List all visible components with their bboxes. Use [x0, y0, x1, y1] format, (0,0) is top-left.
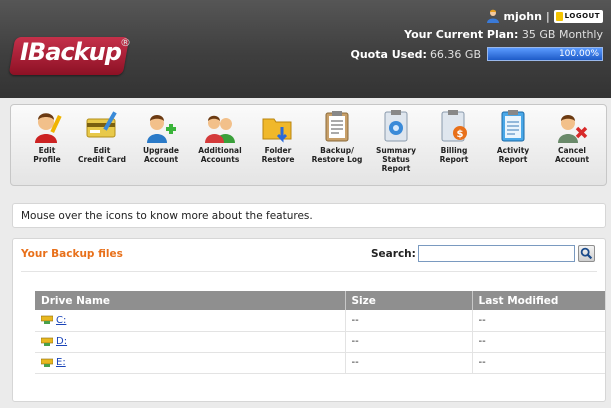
drive-entry: E:	[41, 357, 339, 368]
column-header-size[interactable]: Size	[345, 291, 473, 310]
quota-progress-bar: 100.00%	[487, 47, 603, 61]
table-row: D: -- --	[35, 331, 605, 353]
plan-label: Your Current Plan:	[404, 28, 519, 41]
quota-value: 66.36 GB	[429, 47, 481, 61]
modified-cell: --	[472, 310, 605, 332]
logout-label: LOGOUT	[564, 12, 600, 20]
username: mjohn	[503, 9, 542, 23]
logo-registered-mark: ®	[120, 36, 131, 49]
tool-label: Activity Report	[496, 146, 530, 164]
table-header-row: Drive Name Size Last Modified	[35, 291, 605, 310]
user-line: mjohn | LOGOUT	[486, 9, 603, 23]
edit-profile-icon	[35, 113, 62, 143]
size-cell: --	[345, 352, 473, 374]
current-plan: Your Current Plan: 35 GB Monthly	[404, 28, 603, 41]
additional-accounts-icon	[205, 115, 235, 143]
search-icon	[580, 247, 593, 260]
drive-entry: C:	[41, 315, 339, 326]
backup-log-icon	[325, 111, 349, 142]
tool-label: Cancel Account	[554, 146, 590, 164]
quota-percent: 100.00%	[558, 49, 599, 59]
tool-cancel-account[interactable]: Cancel Account	[544, 109, 600, 164]
billing-report-icon: $	[441, 110, 467, 142]
tool-edit-credit-card[interactable]: Edit Credit Card	[74, 109, 130, 164]
table-row: C: -- --	[35, 310, 605, 332]
search-input[interactable]	[418, 245, 575, 262]
tool-upgrade-account[interactable]: Upgrade Account	[133, 109, 189, 164]
files-table: Drive Name Size Last Modified C: -- -- D…	[35, 291, 605, 374]
upgrade-account-icon	[147, 115, 176, 143]
folder-restore-icon	[262, 118, 292, 143]
tool-label: Additional Accounts	[198, 146, 242, 164]
modified-cell: --	[472, 352, 605, 374]
quota-label: Quota Used:	[350, 47, 427, 61]
modified-cell: --	[472, 331, 605, 353]
drive-entry: D:	[41, 336, 339, 347]
tool-activity-report[interactable]: Activity Report	[485, 109, 541, 164]
tool-summary-status-report[interactable]: Summary Status Report	[368, 109, 424, 173]
activity-report-icon	[501, 110, 525, 142]
svg-text:$: $	[457, 129, 464, 140]
search-button[interactable]	[578, 245, 595, 262]
backup-files-panel: Your Backup files Search: Drive Name Siz…	[12, 238, 606, 402]
search-label: Search:	[371, 248, 416, 260]
tool-label: Edit Credit Card	[77, 146, 127, 164]
tool-billing-report[interactable]: $ Billing Report	[426, 109, 482, 164]
drive-cell: D:	[35, 331, 346, 353]
user-separator: |	[545, 9, 550, 23]
summary-report-icon	[384, 110, 408, 142]
tool-label: Billing Report	[439, 146, 469, 164]
tool-edit-profile[interactable]: Edit Profile	[19, 109, 75, 164]
drive-icon	[41, 315, 53, 325]
size-cell: --	[345, 310, 473, 332]
plan-value: 35 GB Monthly	[521, 28, 603, 41]
column-header-drive[interactable]: Drive Name	[35, 291, 346, 310]
tool-label: Upgrade Account	[142, 146, 180, 164]
tool-label: Summary Status Report	[375, 146, 417, 173]
quota-used: Quota Used: 66.36 GB 100.00%	[350, 47, 603, 61]
feature-hint: Mouse over the icons to know more about …	[12, 203, 606, 228]
logout-button[interactable]: LOGOUT	[553, 9, 603, 23]
drive-icon	[41, 337, 53, 346]
credit-card-icon	[86, 111, 117, 138]
table-row: E: -- --	[35, 352, 605, 374]
drive-link[interactable]: C:	[56, 315, 66, 326]
tool-backup-restore-log[interactable]: Backup/ Restore Log	[309, 109, 365, 164]
cancel-account-icon	[558, 115, 588, 143]
drive-icon	[41, 358, 53, 367]
tool-label: Edit Profile	[33, 146, 61, 164]
drive-cell: C:	[35, 310, 346, 332]
column-header-modified[interactable]: Last Modified	[472, 291, 605, 310]
panel-divider	[21, 271, 597, 272]
size-cell: --	[345, 331, 473, 353]
tool-folder-restore[interactable]: Folder Restore	[250, 109, 306, 164]
drive-link[interactable]: D:	[56, 336, 67, 347]
lock-icon	[555, 11, 563, 21]
feature-toolbar: Edit Profile Edit Credit Card Upgrade Ac…	[10, 104, 607, 186]
logo-text[interactable]: IBackup	[20, 38, 122, 66]
tool-label: Folder Restore	[261, 146, 295, 164]
header-bar: IBackup ® mjohn | LOGOUT Your Current Pl…	[0, 0, 611, 98]
user-icon	[486, 9, 499, 23]
tool-additional-accounts[interactable]: Additional Accounts	[192, 109, 248, 164]
tool-label: Backup/ Restore Log	[311, 146, 363, 164]
drive-cell: E:	[35, 352, 346, 374]
drive-link[interactable]: E:	[56, 357, 66, 368]
panel-title: Your Backup files	[21, 248, 123, 260]
